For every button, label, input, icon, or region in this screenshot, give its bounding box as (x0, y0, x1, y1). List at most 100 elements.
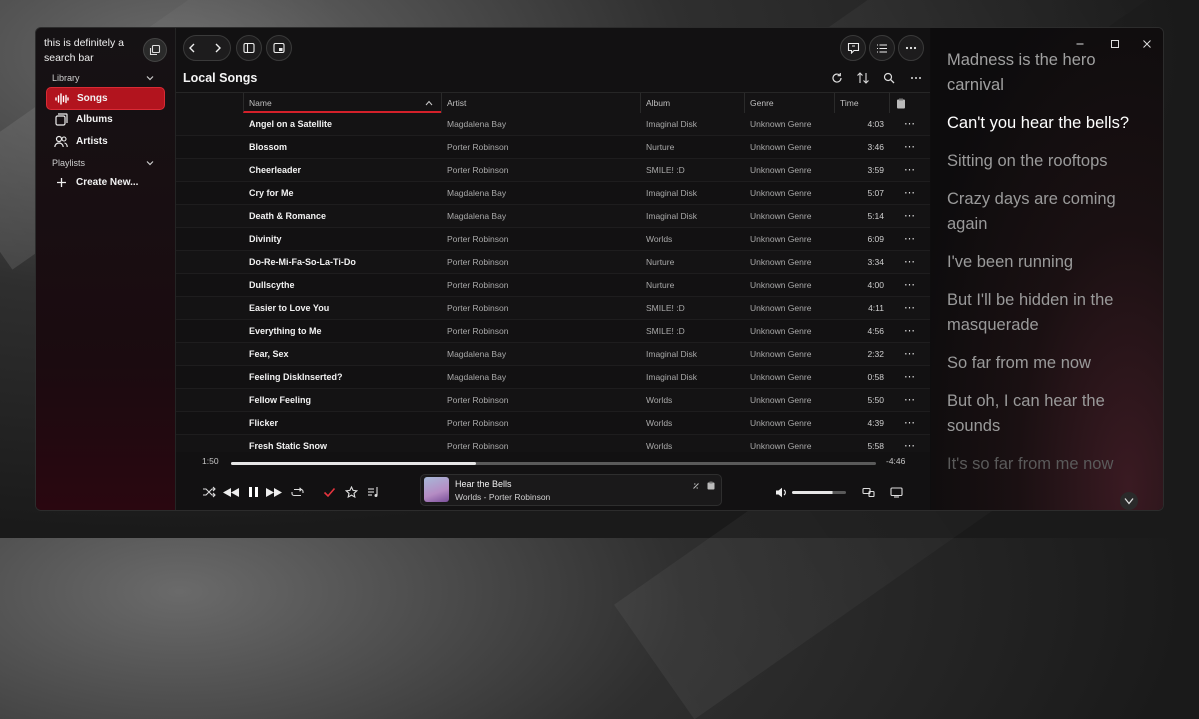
fullscreen-player-icon[interactable] (888, 484, 904, 500)
song-time: 4:39 (867, 418, 884, 428)
table-row[interactable]: Feeling DiskInserted? Magdalena Bay Imagin… (176, 366, 930, 389)
column-header-album[interactable]: Album (640, 93, 744, 113)
refresh-icon[interactable] (830, 71, 844, 85)
app-window: this is definitely a search bar Library … (35, 27, 1164, 511)
lyric-line[interactable]: It's so far from me now (947, 452, 1152, 477)
row-more-icon[interactable]: ⋯ (904, 159, 915, 181)
lyric-line[interactable]: But oh, I can hear the sounds (947, 389, 1152, 439)
create-new-playlist-button[interactable]: Create New... (46, 172, 163, 193)
table-row[interactable]: Divinity Porter Robinson Worlds Unknown Gen… (176, 228, 930, 251)
shuffle-icon[interactable] (201, 484, 217, 500)
queue-button[interactable] (869, 35, 895, 61)
table-row[interactable]: Cry for Me Magdalena Bay Imaginal Disk Unkn… (176, 182, 930, 205)
song-name: Death & Romance (249, 211, 327, 221)
row-more-icon[interactable]: ⋯ (904, 343, 915, 365)
row-more-icon[interactable]: ⋯ (904, 228, 915, 250)
output-device-icon[interactable] (860, 484, 876, 500)
song-time: 3:59 (867, 165, 884, 175)
lyric-line[interactable]: Sitting on the rooftops (947, 149, 1152, 174)
song-time: 5:14 (867, 211, 884, 221)
column-header-options[interactable] (889, 93, 930, 113)
song-artist: Porter Robinson (447, 234, 509, 244)
lyric-line-current[interactable]: Can't you hear the bells? (947, 111, 1152, 136)
back-icon[interactable] (186, 41, 206, 55)
now-playing-card[interactable]: Hear the Bells Worlds - Porter Robinson (420, 474, 722, 506)
search-bar[interactable]: this is definitely a search bar (44, 36, 136, 66)
song-time: 4:03 (867, 119, 884, 129)
row-more-icon[interactable]: ⋯ (904, 412, 915, 434)
row-more-icon[interactable]: ⋯ (904, 205, 915, 227)
table-row[interactable]: Angel on a Satellite Magdalena Bay Imagina… (176, 113, 930, 136)
scroll-down-button[interactable] (1120, 492, 1138, 510)
column-header-time[interactable]: Time (834, 93, 889, 113)
sidebar-item-albums[interactable]: Albums (46, 109, 163, 130)
add-to-queue-icon[interactable] (365, 484, 381, 500)
table-row[interactable]: Fear, Sex Magdalena Bay Imaginal Disk Unkno… (176, 343, 930, 366)
star-icon[interactable] (343, 484, 359, 500)
table-row[interactable]: Death & Romance Magdalena Bay Imaginal Dis… (176, 205, 930, 228)
lyric-line[interactable]: But I'll be hidden in the masquerade (947, 288, 1152, 338)
row-more-icon[interactable]: ⋯ (904, 320, 915, 342)
table-row[interactable]: Dullscythe Porter Robinson Nurture Unknown … (176, 274, 930, 297)
lyrics-button[interactable] (840, 35, 866, 61)
volume-slider[interactable] (792, 491, 846, 494)
love-check-icon[interactable] (321, 484, 337, 500)
song-album: Worlds (646, 418, 673, 428)
table-row[interactable]: Cheerleader Porter Robinson SMILE! :D Unkno… (176, 159, 930, 182)
table-row[interactable]: Flicker Porter Robinson Worlds Unknown Genr… (176, 412, 930, 435)
chevron-down-icon[interactable] (145, 73, 155, 83)
clipboard-icon (897, 98, 905, 109)
table-row[interactable]: Everything to Me Porter Robinson SMILE! :D… (176, 320, 930, 343)
row-more-icon[interactable]: ⋯ (904, 274, 915, 296)
lyrics-panel: Madness is the hero carnival Can't you h… (931, 28, 1163, 510)
chevron-down-icon[interactable] (145, 158, 155, 168)
progress-bar[interactable] (231, 462, 876, 465)
row-more-icon[interactable]: ⋯ (904, 389, 915, 411)
row-more-icon[interactable]: ⋯ (904, 251, 915, 273)
column-header-name[interactable]: Name (243, 93, 441, 113)
forward-icon[interactable] (208, 41, 228, 55)
column-header-genre[interactable]: Genre (744, 93, 834, 113)
toggle-sidebar-button[interactable] (236, 35, 262, 61)
more-options-button[interactable] (898, 35, 924, 61)
artists-icon (54, 135, 68, 149)
song-name: Feeling DiskInserted? (249, 372, 343, 382)
more-icon[interactable] (909, 71, 923, 85)
previous-icon[interactable] (222, 484, 240, 500)
lyric-line[interactable]: So far from me now (947, 351, 1152, 376)
row-more-icon[interactable]: ⋯ (904, 297, 915, 319)
column-header-artist[interactable]: Artist (441, 93, 640, 113)
sidebar-item-artists[interactable]: Artists (46, 131, 163, 152)
mini-player-button[interactable] (266, 35, 292, 61)
table-row[interactable]: Blossom Porter Robinson Nurture Unknown Gen… (176, 136, 930, 159)
lyric-line[interactable]: Madness is the hero carnival (947, 48, 1152, 98)
library-section-header[interactable]: Library (52, 73, 80, 83)
song-artist: Magdalena Bay (447, 119, 507, 129)
row-more-icon[interactable]: ⋯ (904, 113, 915, 135)
song-genre: Unknown Genre (750, 280, 812, 290)
lyric-line[interactable]: Crazy days are coming again (947, 187, 1152, 237)
song-genre: Unknown Genre (750, 211, 812, 221)
pause-icon[interactable] (245, 484, 261, 500)
song-genre: Unknown Genre (750, 165, 812, 175)
song-name: Dullscythe (249, 280, 295, 290)
search-mode-button[interactable] (143, 38, 167, 62)
volume-icon[interactable] (773, 484, 789, 500)
song-artist: Porter Robinson (447, 165, 509, 175)
row-more-icon[interactable]: ⋯ (904, 182, 915, 204)
sidebar-item-songs[interactable]: Songs (46, 87, 165, 110)
repeat-icon[interactable] (289, 484, 305, 500)
row-more-icon[interactable]: ⋯ (904, 366, 915, 388)
playlists-section-header[interactable]: Playlists (52, 158, 85, 168)
row-more-icon[interactable]: ⋯ (904, 136, 915, 158)
next-icon[interactable] (265, 484, 283, 500)
song-album: Worlds (646, 234, 673, 244)
table-header: Name Artist Album Genre Time (176, 92, 930, 114)
sort-icon[interactable] (856, 71, 870, 85)
lyrics-available-icon (707, 481, 715, 490)
table-row[interactable]: Fellow Feeling Porter Robinson Worlds Unkno… (176, 389, 930, 412)
table-row[interactable]: Easier to Love You Porter Robinson SMILE! … (176, 297, 930, 320)
lyric-line[interactable]: I've been running (947, 250, 1152, 275)
table-row[interactable]: Do-Re-Mi-Fa-So-La-Ti-Do Porter Robinson Nu… (176, 251, 930, 274)
search-icon[interactable] (882, 71, 896, 85)
